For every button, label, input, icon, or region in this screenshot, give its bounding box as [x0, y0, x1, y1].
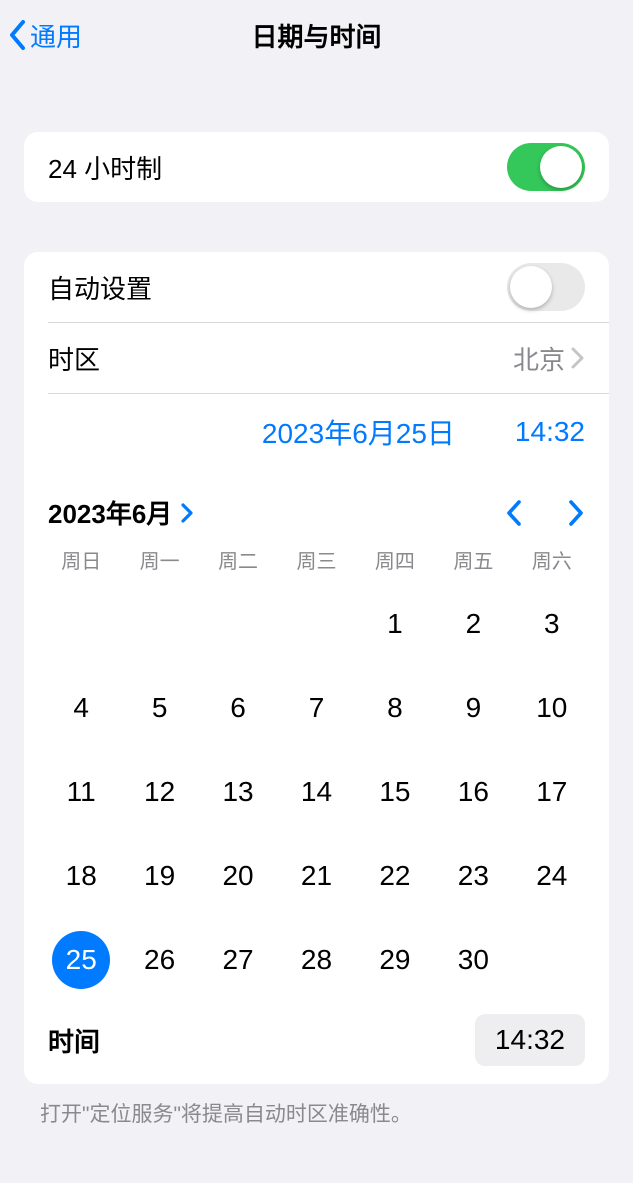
calendar-day[interactable]: 24 [513, 834, 591, 918]
chevron-left-icon [8, 19, 28, 51]
weekday-label: 周日 [42, 545, 120, 574]
next-month-button[interactable] [567, 499, 585, 527]
back-button[interactable]: 通用 [8, 17, 82, 54]
calendar-day[interactable]: 17 [513, 750, 591, 834]
current-time-button[interactable]: 14:32 [515, 416, 585, 448]
calendar-day[interactable]: 4 [42, 666, 120, 750]
calendar-day[interactable]: 1 [356, 582, 434, 666]
calendar-day[interactable]: 2 [434, 582, 512, 666]
calendar-day[interactable]: 6 [199, 666, 277, 750]
auto-set-label: 自动设置 [48, 269, 152, 306]
prev-month-button[interactable] [505, 499, 523, 527]
back-label: 通用 [30, 17, 82, 54]
calendar-day[interactable]: 9 [434, 666, 512, 750]
calendar-day[interactable]: 7 [277, 666, 355, 750]
month-year-label: 2023年6月 [48, 494, 172, 531]
auto-set-toggle[interactable] [507, 263, 585, 311]
footer-hint: 打开"定位服务"将提高自动时区准确性。 [0, 1098, 633, 1128]
weekday-label: 周一 [120, 545, 198, 574]
calendar-day[interactable]: 20 [199, 834, 277, 918]
calendar-day[interactable]: 13 [199, 750, 277, 834]
weekday-label: 周五 [434, 545, 512, 574]
weekday-label: 周二 [199, 545, 277, 574]
calendar-day[interactable]: 12 [120, 750, 198, 834]
calendar-day [277, 582, 355, 666]
calendar-day[interactable]: 10 [513, 666, 591, 750]
calendar-day[interactable]: 25 [42, 918, 120, 1002]
month-year-button[interactable]: 2023年6月 [48, 494, 194, 531]
calendar-day[interactable]: 28 [277, 918, 355, 1002]
weekday-label: 周三 [277, 545, 355, 574]
24hour-toggle[interactable] [507, 143, 585, 191]
calendar-day[interactable]: 8 [356, 666, 434, 750]
weekday-label: 周四 [356, 545, 434, 574]
calendar-day[interactable]: 18 [42, 834, 120, 918]
calendar-day[interactable]: 21 [277, 834, 355, 918]
auto-set-row: 自动设置 [24, 252, 609, 322]
calendar-day[interactable]: 27 [199, 918, 277, 1002]
calendar-day[interactable]: 14 [277, 750, 355, 834]
chevron-right-icon [180, 503, 194, 523]
calendar-day[interactable]: 16 [434, 750, 512, 834]
time-label: 时间 [48, 1022, 100, 1059]
calendar-day[interactable]: 11 [42, 750, 120, 834]
chevron-right-icon [571, 347, 585, 369]
24hour-label: 24 小时制 [48, 149, 162, 186]
calendar-day [120, 582, 198, 666]
timezone-label: 时区 [48, 340, 100, 377]
calendar-day[interactable]: 23 [434, 834, 512, 918]
calendar-day[interactable]: 19 [120, 834, 198, 918]
page-title: 日期与时间 [0, 17, 633, 54]
calendar-day[interactable]: 30 [434, 918, 512, 1002]
24hour-row: 24 小时制 [24, 132, 609, 202]
calendar-day[interactable]: 22 [356, 834, 434, 918]
weekday-label: 周六 [513, 545, 591, 574]
calendar-day [513, 918, 591, 1002]
calendar-day[interactable]: 3 [513, 582, 591, 666]
current-date-button[interactable]: 2023年6月25日 [262, 412, 455, 452]
time-picker-button[interactable]: 14:32 [475, 1014, 585, 1066]
week-header: 周日周一周二周三周四周五周六 [24, 545, 609, 582]
calendar-day[interactable]: 26 [120, 918, 198, 1002]
calendar-day[interactable]: 5 [120, 666, 198, 750]
calendar-day [199, 582, 277, 666]
calendar-day [42, 582, 120, 666]
calendar-day[interactable]: 29 [356, 918, 434, 1002]
calendar-day[interactable]: 15 [356, 750, 434, 834]
timezone-row[interactable]: 时区 北京 [24, 323, 609, 393]
timezone-value: 北京 [513, 340, 565, 377]
